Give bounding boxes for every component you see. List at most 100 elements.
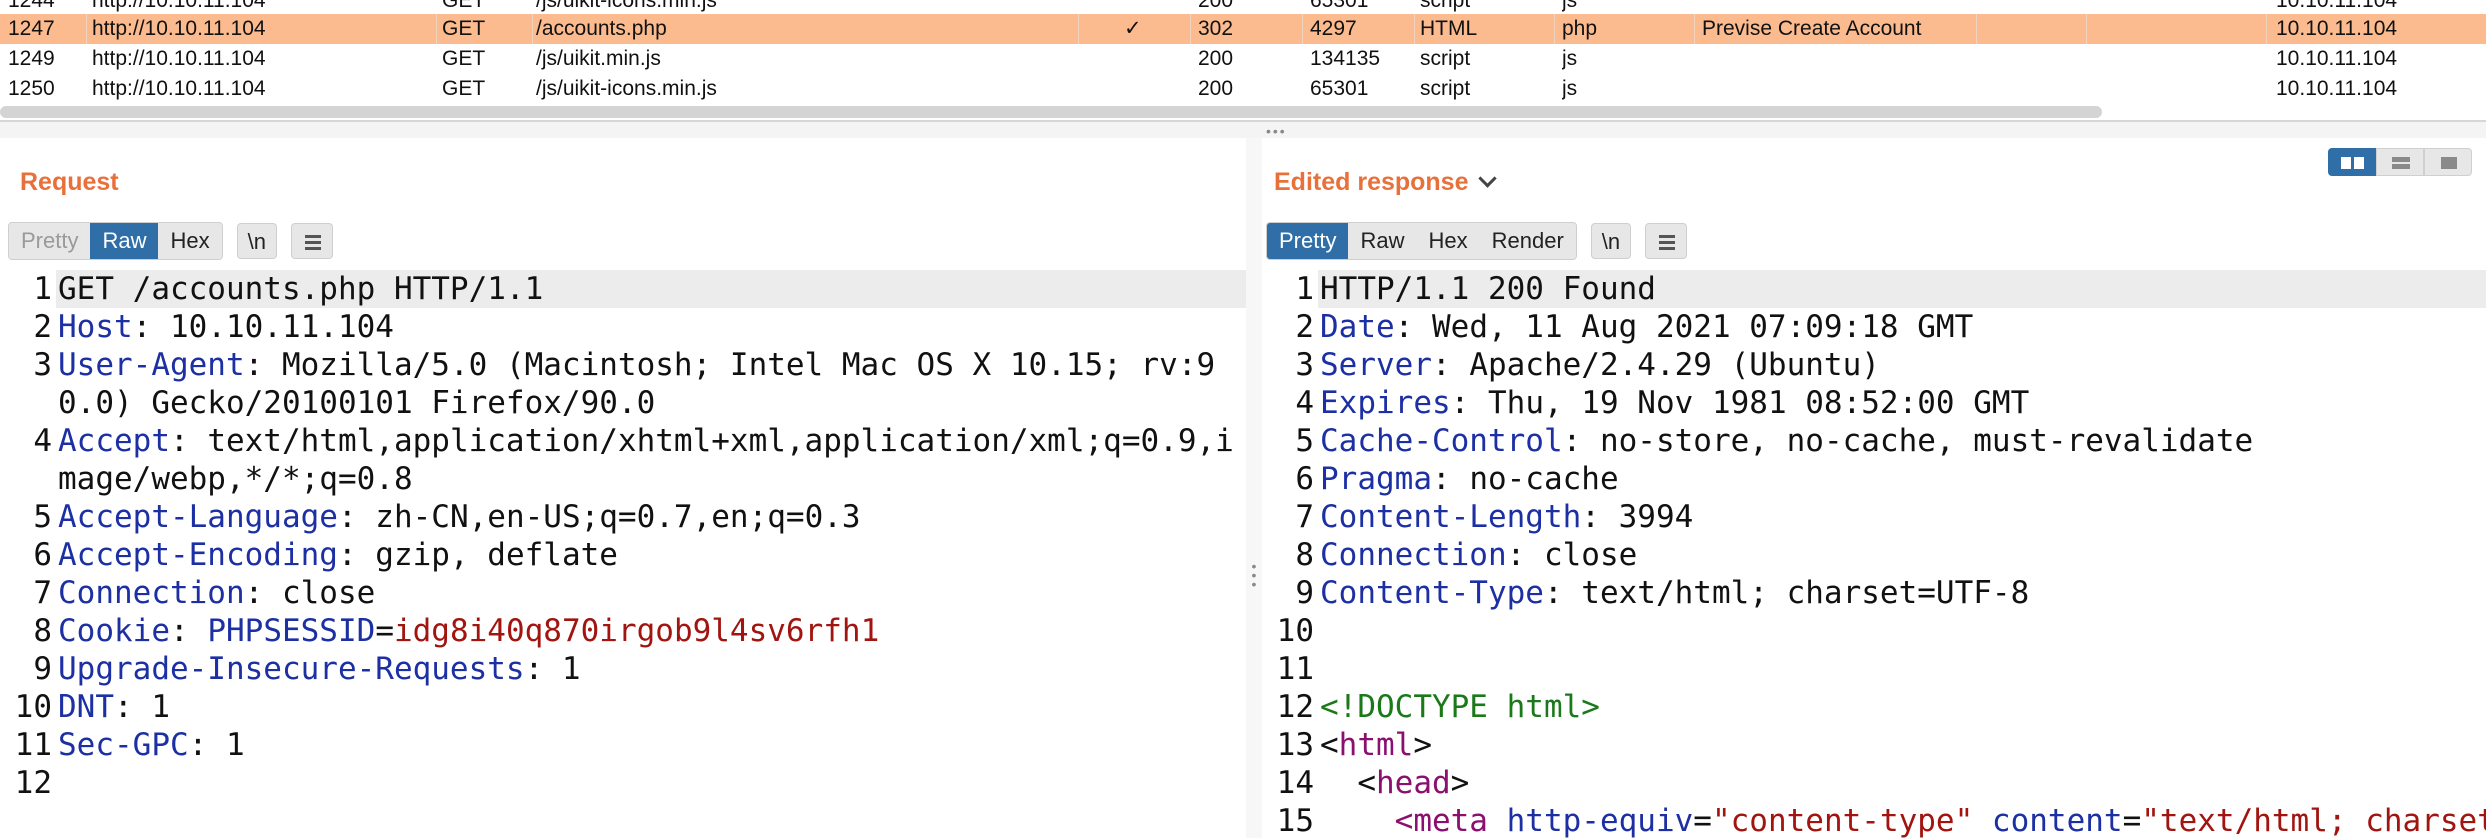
code-line: 14 <head> [1262, 764, 2486, 802]
history-row[interactable]: 1247 http://10.10.11.104 GET/accounts.php ✓… [0, 14, 2486, 44]
column-divider [1414, 14, 1415, 44]
history-cell-host: http://10.10.11.104 [92, 77, 266, 100]
code-line: 11 [1262, 650, 2486, 688]
response-tab-hex[interactable]: Hex [1416, 223, 1480, 259]
history-cell-length: 65301 [1310, 77, 1369, 100]
history-cell-method: GET [442, 77, 486, 100]
layout-side-by-side-icon[interactable] [2328, 148, 2376, 176]
request-tab-hex[interactable]: Hex [158, 223, 222, 259]
code-text: Connection: close [56, 574, 1246, 612]
header-colon: : [337, 499, 357, 535]
line-number: 11 [14, 727, 52, 763]
request-title-text: Request [20, 168, 119, 196]
tag-bracket: > [1413, 727, 1432, 763]
history-row[interactable]: 1250 http://10.10.11.104 GET/js/uikit-icon… [0, 74, 2486, 104]
line-text: GET /accounts.php HTTP/1.1 [58, 271, 544, 307]
history-cell-id: 1247 [8, 17, 55, 40]
line-number: 3 [33, 347, 52, 383]
chevron-down-icon[interactable] [1477, 169, 1497, 188]
response-tab-raw[interactable]: Raw [1348, 223, 1417, 259]
horizontal-splitter[interactable] [0, 122, 2486, 138]
header-name: Connection [1320, 537, 1507, 573]
history-cell-method: GET [442, 47, 486, 70]
layout-single-icon[interactable] [2424, 148, 2472, 176]
code-line: 5 Cache-Control: no-store, no-cache, must… [1262, 422, 2486, 460]
code-line: 7 Connection: close [0, 574, 1246, 612]
line-number: 7 [33, 575, 52, 611]
code-text: HTTP/1.1 200 Found [1318, 270, 2486, 308]
response-tab-render[interactable]: Render [1479, 223, 1576, 259]
code-line: 6 Pragma: no-cache [1262, 460, 2486, 498]
header-colon: : [169, 613, 189, 649]
response-title[interactable]: Edited response [1274, 168, 1497, 197]
header-name: Connection [58, 575, 245, 611]
header-value: 1 [207, 727, 245, 763]
code-text: Accept-Language: zh-CN,en-US;q=0.7,en;q=… [56, 498, 1246, 536]
column-divider [1694, 14, 1695, 44]
request-tab-raw[interactable]: Raw [90, 223, 159, 259]
request-newline-toggle[interactable]: \n [236, 223, 277, 259]
cookie-equals: = [375, 613, 394, 649]
line-number: 6 [33, 537, 52, 573]
line-number: 13 [1276, 727, 1314, 763]
header-name: Content-Length [1320, 499, 1582, 535]
header-colon: : [1581, 499, 1600, 535]
history-cell-status: 200 [1198, 47, 1234, 70]
code-text: <meta http-equiv="content-type" content=… [1318, 802, 2486, 838]
code-text: Cache-Control: no-store, no-cache, must-… [1318, 422, 2486, 460]
history-row[interactable]: 1249 http://10.10.11.104 GET/js/uikit.min.… [0, 44, 2486, 74]
request-tab-pretty[interactable]: Pretty [9, 223, 91, 259]
history-cell-ext: php [1562, 17, 1598, 40]
header-colon: : [244, 575, 264, 611]
response-options-menu-icon[interactable] [1645, 223, 1688, 259]
history-cell-url: /accounts.php [536, 17, 667, 40]
line-number: 5 [33, 499, 52, 535]
code-line: 1 HTTP/1.1 200 Found [1262, 270, 2486, 308]
vertical-splitter[interactable] [1246, 138, 1262, 838]
history-horizontal-scrollbar[interactable] [0, 106, 2102, 118]
code-text: GET /accounts.php HTTP/1.1 [56, 270, 1246, 308]
attr-equals: = [2122, 803, 2142, 838]
column-divider [532, 14, 533, 44]
header-colon: : [337, 537, 357, 573]
request-view-tabs: Pretty Raw Hex \n [8, 222, 333, 260]
code-text: Accept-Encoding: gzip, deflate [56, 536, 1246, 574]
layout-stacked-icon[interactable] [2376, 148, 2424, 176]
header-value: Apache/2.4.29 (Ubuntu) [1450, 347, 1880, 383]
response-tab-pretty[interactable]: Pretty [1267, 223, 1349, 259]
header-value: close [263, 575, 376, 611]
header-value: no-cache [1450, 461, 1619, 497]
column-divider [86, 14, 87, 44]
code-line: 6 Accept-Encoding: gzip, deflate [0, 536, 1246, 574]
header-name: Cache-Control [1320, 423, 1563, 459]
doctype: <!DOCTYPE html> [1320, 689, 1600, 725]
response-title-text: Edited response [1274, 168, 1469, 196]
line-number: 10 [14, 689, 52, 725]
layout-toggle [2328, 148, 2472, 176]
code-line: 13 <html> [1262, 726, 2486, 764]
code-line: 9 Content-Type: text/html; charset=UTF-8 [1262, 574, 2486, 612]
response-pane: Edited response Pretty Raw Hex Render \n… [1262, 138, 2486, 838]
response-newline-toggle[interactable]: \n [1590, 223, 1632, 259]
code-line: 1 GET /accounts.php HTTP/1.1 [0, 270, 1246, 308]
attr-value: "text/html; charset=utf-8" [2141, 803, 2486, 838]
header-name: Expires [1320, 385, 1451, 421]
cookie-name: PHPSESSID [207, 613, 376, 649]
header-colon: : [188, 727, 208, 763]
column-divider [1976, 14, 1977, 44]
line-number: 15 [1276, 803, 1314, 838]
column-divider [1302, 14, 1303, 44]
line-number: 6 [1295, 461, 1314, 497]
request-title: Request [20, 168, 119, 197]
code-line: 4 Expires: Thu, 19 Nov 1981 08:52:00 GMT [1262, 384, 2486, 422]
request-options-menu-icon[interactable] [290, 223, 333, 259]
header-value: 1 [543, 651, 581, 687]
code-line: 12 [0, 764, 1246, 802]
header-value: Thu, 19 Nov 1981 08:52:00 GMT [1469, 385, 2030, 421]
header-value: gzip, deflate [356, 537, 618, 573]
request-editor[interactable]: 1 GET /accounts.php HTTP/1.1 2 Host: 10.10.… [0, 270, 1246, 838]
response-editor[interactable]: 1 HTTP/1.1 200 Found 2 Date: Wed, 11 Aug 20… [1262, 270, 2486, 838]
header-value: 3994 [1599, 499, 1694, 535]
